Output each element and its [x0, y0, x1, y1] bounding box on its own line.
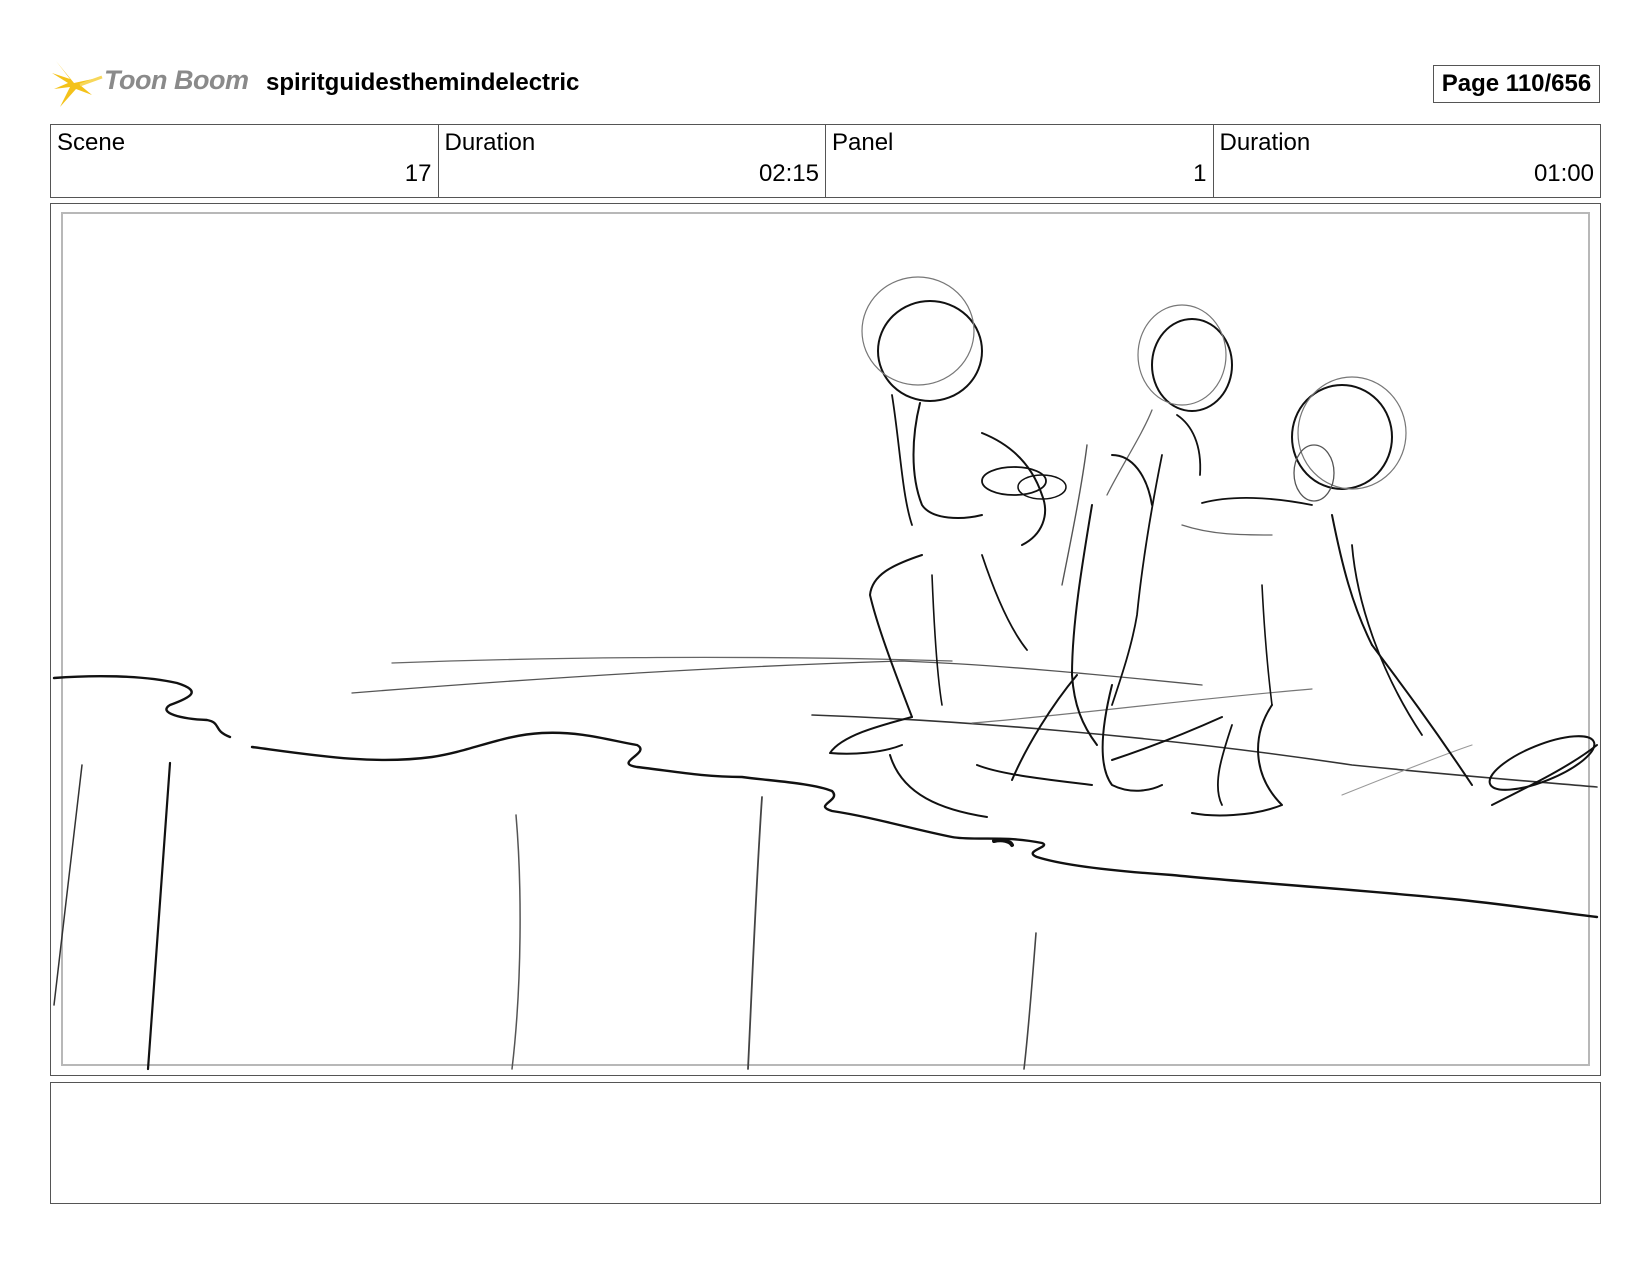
figure-right-head-guide [1297, 376, 1407, 490]
cliff-face-line [1023, 932, 1037, 1070]
figure-left-head-guide [861, 276, 975, 386]
cliff-face-line [53, 764, 83, 1006]
storyboard-sketch [52, 276, 1599, 1071]
cliff-face-line [747, 796, 763, 1070]
figure-middle [976, 304, 1233, 792]
cliff-face-line [146, 761, 172, 1071]
scene-duration-value: 02:15 [758, 160, 819, 187]
figure-right-head [1291, 384, 1393, 490]
toon-boom-logo: Toon Boom [52, 55, 252, 111]
panel-duration-value: 01:00 [1533, 160, 1594, 187]
cliff-face-line [511, 814, 521, 1070]
cliff-edge-line [992, 838, 1014, 847]
starburst-icon [52, 61, 103, 107]
panel-label: Panel [832, 129, 894, 156]
panel-info-table: Scene 17 Duration 02:15 Panel 1 Duration… [50, 124, 1601, 198]
scene-value: 17 [404, 160, 432, 187]
cliff-edge-line [250, 731, 1599, 919]
figure-middle-head [1151, 318, 1233, 412]
horizon-line [971, 688, 1313, 724]
panel-duration-cell: Duration 01:00 [1214, 125, 1601, 197]
figure-left [829, 276, 1067, 818]
scene-duration-cell: Duration 02:15 [439, 125, 826, 197]
scene-cell: Scene 17 [51, 125, 439, 197]
scene-label: Scene [57, 129, 126, 156]
figure-left-head [877, 300, 983, 402]
panel-duration-label: Duration [1219, 129, 1311, 156]
project-title: spiritguidesthemindelectric [266, 69, 580, 96]
scene-duration-label: Duration [444, 129, 536, 156]
panel-notes-box [50, 1082, 1601, 1204]
cliff-edge-line [52, 674, 232, 739]
panel-value: 1 [1193, 160, 1207, 187]
horizon-line [811, 714, 1598, 788]
page-indicator: Page 110/656 [1433, 65, 1600, 103]
logo-text: Toon Boom [104, 65, 249, 95]
panel-cell: Panel 1 [826, 125, 1214, 197]
